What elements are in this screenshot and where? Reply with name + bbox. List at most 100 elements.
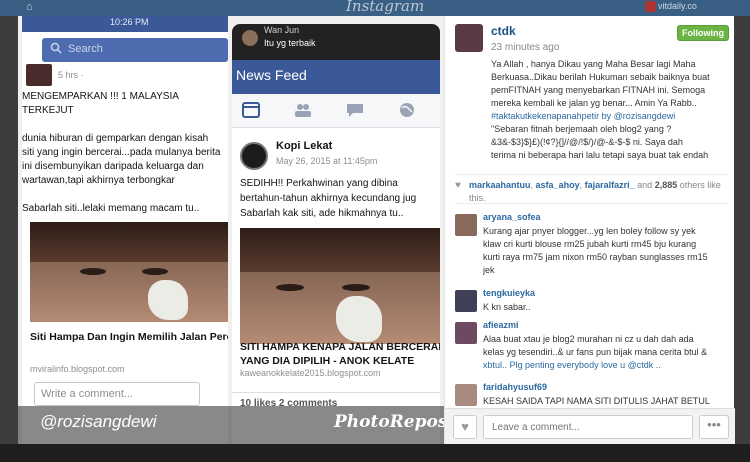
- following-button[interactable]: Following: [677, 25, 729, 41]
- post-text: SEDIHH!! Perkahwinan yang dibina bertahu…: [240, 176, 440, 221]
- status-bar: 10:26 PM: [22, 16, 228, 32]
- post-text-line: Sabarlah kak siti, ade hikmahnya tu..: [240, 208, 404, 219]
- phone-screenshot-right: Wan Jun Itu yg terbaik News Feed Kopi Le…: [232, 24, 440, 444]
- owner-avatar[interactable]: [455, 24, 483, 52]
- link-source: kaweanokkelate2015.blogspot.com: [240, 368, 381, 378]
- post-text-line: dunia hiburan di gemparkan dengan kisah: [22, 133, 209, 144]
- home-icon[interactable]: ⌂: [26, 1, 33, 13]
- messages-icon: [347, 104, 363, 117]
- post-text-line: bertahun-tahun akhirnya kecundang jug: [240, 193, 417, 204]
- caption-line: Ya Allah , hanya Dikau yang Maha Besar l…: [491, 59, 696, 69]
- post-author: Kopi Lekat: [276, 140, 333, 152]
- woman-crying-photo: [240, 228, 440, 344]
- likes-and: and: [637, 180, 653, 190]
- facebook-navbar: News Feed: [232, 60, 440, 94]
- owner-username[interactable]: ctdk: [491, 24, 516, 38]
- friends-icon: [295, 104, 311, 117]
- comment-line: xbtul.. Plg penting everybody love u @ct…: [483, 360, 661, 370]
- link-caption-line: SITI HAMPA KENAPA JALAN BERCERAI: [240, 341, 440, 353]
- commenter-avatar[interactable]: [455, 290, 477, 312]
- comment-input[interactable]: [483, 415, 693, 439]
- likers-text: markaahantuu, asfa_ahoy, fajaralfazri_ a…: [469, 180, 721, 203]
- liker-username[interactable]: asfa_ahoy: [536, 180, 580, 190]
- link-source: mviralinfo.blogspot.com: [30, 364, 125, 374]
- comment-line: K kn sabar..: [483, 302, 531, 312]
- post-caption: Ya Allah , hanya Dikau yang Maha Besar l…: [491, 58, 727, 162]
- write-comment-field: Write a comment...: [34, 382, 200, 406]
- search-placeholder: Search: [68, 43, 103, 55]
- page-avatar: [240, 142, 268, 170]
- globe-icon: [400, 103, 414, 117]
- backdrop-right[interactable]: [734, 16, 750, 444]
- news-feed-title: News Feed: [236, 67, 307, 83]
- comment-text: KESAH SAIDA TAPI NAMA SITI DITULIS JAHAT…: [483, 395, 729, 408]
- link-caption: SITI HAMPA KENAPA JALAN BERCERAI YANG DI…: [240, 340, 440, 368]
- liker-username[interactable]: markaahantuu: [469, 180, 531, 190]
- watermark-app-name: PhotoRepost: [334, 412, 444, 432]
- commenter-avatar[interactable]: [455, 214, 477, 236]
- more-options-button[interactable]: •••: [699, 415, 729, 439]
- notification-banner: Wan Jun Itu yg terbaik: [232, 24, 440, 60]
- commenter-avatar[interactable]: [455, 322, 477, 344]
- likes-count[interactable]: 2,885: [655, 180, 678, 190]
- comment-line: KESAH SAIDA TAPI NAMA SITI DITULIS JAHAT…: [483, 396, 710, 406]
- caption-line: "Sebaran fitnah berjemaah oleh blog2 yan…: [491, 124, 672, 134]
- search-icon: [50, 42, 62, 54]
- facebook-tabbar: [232, 94, 440, 128]
- background-header: ⌂ Instagram vitdaily.co: [0, 0, 750, 16]
- comment-text: K kn sabar..: [483, 301, 729, 314]
- caption-line: pemFITNAH yang menyebarkan FITNAH ini. S…: [491, 85, 706, 95]
- post-text-line: SEDIHH!! Perkahwinan yang dibina: [240, 178, 398, 189]
- commenter-username[interactable]: tengkuieyka: [483, 288, 535, 298]
- link-caption: Siti Hampa Dan Ingin Memilih Jalan Perce…: [30, 331, 228, 343]
- post-text-line: MENGEMPARKAN !!! 1 MALAYSIA: [22, 91, 179, 102]
- liker-username[interactable]: fajaralfazri_: [585, 180, 635, 190]
- username-label[interactable]: vitdaily.co: [658, 1, 697, 11]
- comments-list[interactable]: aryana_sofea Kurang ajar pnyer blogger..…: [445, 212, 735, 408]
- link-caption-line: YANG DIA DIPILIH - ANOK KELATE: [240, 355, 415, 367]
- backdrop-left[interactable]: [0, 16, 18, 444]
- comment-line: kurti raya rm75 jam nixon rm50 rayban su…: [483, 252, 708, 262]
- post-photo: 10:26 PM Search 5 hrs · MENGEMPARKAN !!!…: [18, 16, 444, 444]
- like-button[interactable]: ♥: [453, 415, 477, 439]
- notification-avatar: [242, 30, 258, 46]
- phone-screenshot-left: 10:26 PM Search 5 hrs · MENGEMPARKAN !!!…: [22, 16, 228, 444]
- notification-message: Itu yg terbaik: [264, 38, 316, 48]
- divider: [232, 392, 440, 393]
- watermark-handle: @rozisangdewi: [40, 412, 157, 431]
- post-text: MENGEMPARKAN !!! 1 MALAYSIA TERKEJUT dun…: [22, 90, 228, 216]
- status-time: 10:26 PM: [110, 17, 149, 27]
- heart-icon: ♥: [455, 180, 461, 191]
- repost-watermark: @rozisangdewi PhotoRepost: [18, 406, 444, 444]
- user-avatar[interactable]: [645, 1, 656, 12]
- post-text-line: [22, 118, 228, 132]
- commenter-username[interactable]: afieazmi: [483, 320, 519, 330]
- comment-line: klaw cri kurti blouse rm25 jubah kurti r…: [483, 239, 697, 249]
- comment-text: Alaa buat xtau je blog2 murahan ni cz u …: [483, 333, 729, 372]
- post-timestamp: 23 minutes ago: [491, 42, 560, 53]
- post-text-line: Sabarlah siti..lelaki memang macam tu..: [22, 203, 200, 214]
- backdrop-bottom[interactable]: [0, 444, 750, 462]
- comment-line: jek: [483, 265, 495, 275]
- comment-footer: ♥ •••: [445, 408, 735, 444]
- post-text-line: siti yang ingin bercerai...pada mulanya …: [22, 147, 221, 158]
- comment-line: Kurang ajar pnyer blogger...yg len boley…: [483, 226, 696, 236]
- caption-line: terima ni beberapa hari lalu tetapi saya…: [491, 150, 709, 160]
- commenter-avatar[interactable]: [455, 384, 477, 406]
- notification-sender: Wan Jun: [264, 25, 300, 35]
- poster-avatar: [26, 64, 52, 86]
- post-text-line: ini disembunyikan daripada keluarga dan: [22, 161, 204, 172]
- comment-text: Kurang ajar pnyer blogger...yg len boley…: [483, 225, 729, 277]
- post-date: May 26, 2015 at 11:45pm: [276, 156, 378, 166]
- commenter-username[interactable]: aryana_sofea: [483, 212, 541, 222]
- commenter-username[interactable]: faridahyusuf69: [483, 382, 547, 392]
- caption-hashtag-line[interactable]: #taktakutkekenapanahpetir by @rozisangde…: [491, 110, 727, 123]
- brand-logo: Instagram: [346, 0, 425, 15]
- caption-line: &3&-$3}$}£)(!¢?}{]//@/!$/)/@-&-$-$ ni. S…: [491, 137, 683, 147]
- post-time: 5 hrs ·: [58, 70, 84, 80]
- likes-summary: ♥ markaahantuu, asfa_ahoy, fajaralfazri_…: [455, 174, 729, 204]
- comment-line: kelas yg tesendiri..& ur fans pun bijak …: [483, 347, 708, 357]
- feed-icon: [242, 102, 260, 118]
- woman-crying-photo: [30, 222, 228, 322]
- photo-modal: 10:26 PM Search 5 hrs · MENGEMPARKAN !!!…: [18, 16, 735, 444]
